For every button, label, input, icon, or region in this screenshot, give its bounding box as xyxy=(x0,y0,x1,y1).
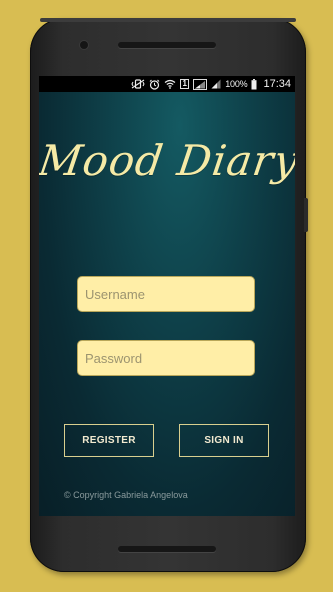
phone-top-edge xyxy=(40,18,296,22)
vibrate-icon xyxy=(131,78,145,90)
battery-percent: 100% xyxy=(225,79,248,89)
wifi-icon xyxy=(164,78,176,90)
copyright-text: © Copyright Gabriela Angelova xyxy=(64,490,188,500)
earpiece-speaker xyxy=(118,42,216,48)
battery-icon xyxy=(251,78,257,90)
alarm-icon xyxy=(149,78,160,90)
login-screen: Mood Diary REGISTER SIGN IN © Copyright … xyxy=(39,92,295,516)
signal-1-icon xyxy=(193,78,208,90)
status-bar: 1 100% 17:34 xyxy=(39,76,295,92)
app-title: Mood Diary xyxy=(39,136,295,185)
sign-in-button[interactable]: SIGN IN xyxy=(179,424,269,457)
front-camera xyxy=(80,41,88,49)
username-input[interactable] xyxy=(77,276,255,312)
power-button xyxy=(304,198,308,232)
device-frame: 1 100% 17:34 Mood Diary Username REGISTE… xyxy=(0,0,333,592)
sim-icon: 1 xyxy=(180,79,190,89)
screen: 1 100% 17:34 Mood Diary Username REGISTE… xyxy=(39,76,295,516)
bottom-speaker xyxy=(118,546,216,552)
signal-2-icon xyxy=(211,78,221,90)
status-time: 17:34 xyxy=(263,78,291,90)
register-button[interactable]: REGISTER xyxy=(64,424,154,457)
password-input[interactable] xyxy=(77,340,255,376)
